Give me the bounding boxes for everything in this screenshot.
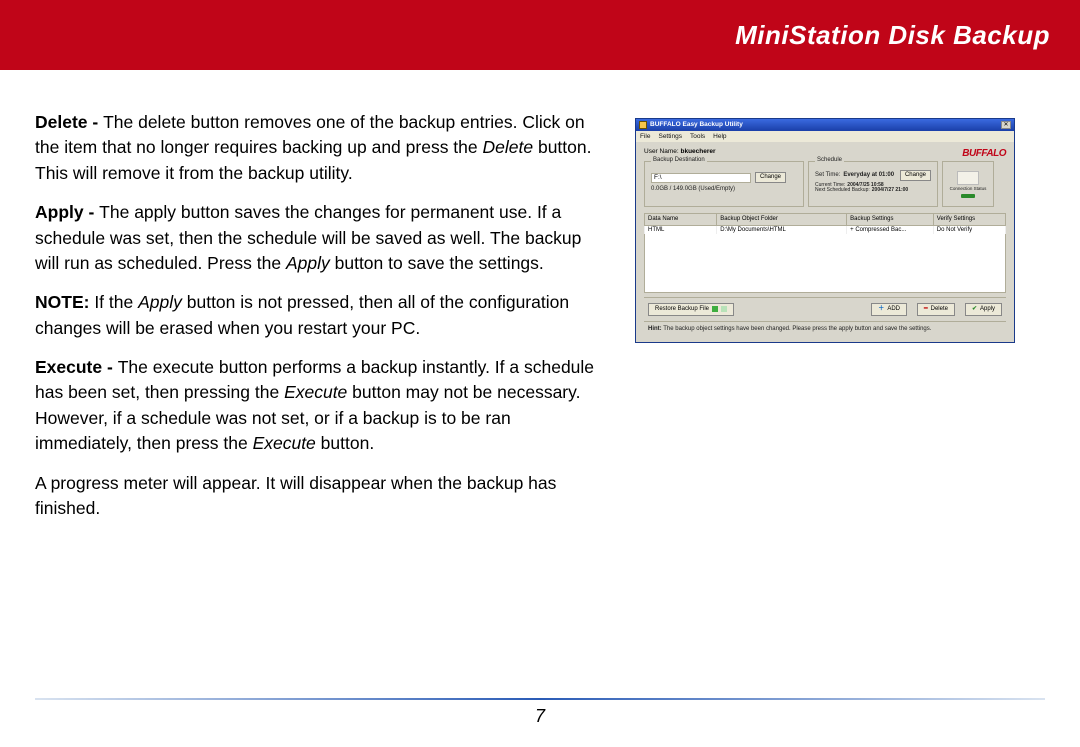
execute-body-c: button. — [316, 433, 374, 453]
status-led-icon — [961, 194, 975, 198]
apply-paragraph: Apply - The apply button saves the chang… — [35, 200, 595, 276]
table-empty-area — [645, 234, 1006, 292]
backup-destination-panel: Backup Destination F:\ Change 0.0GB / 14… — [644, 161, 804, 207]
execute-italic-2: Execute — [253, 433, 316, 453]
top-panels: Backup Destination F:\ Change 0.0GB / 14… — [644, 161, 1006, 207]
add-label: ADD — [887, 306, 900, 313]
titlebar-text: BUFFALO Easy Backup Utility — [650, 121, 743, 128]
next-backup-label: Next Scheduled Backup: — [815, 188, 870, 194]
app-icon — [639, 121, 647, 129]
hint-bar: Hint: The backup object settings have be… — [644, 322, 1006, 337]
username-row: User Name: bkuecherer — [644, 148, 716, 155]
app-screenshot: BUFFALO Easy Backup Utility ✕ File Setti… — [635, 110, 1015, 535]
restore-label: Restore Backup File — [655, 306, 709, 313]
execute-italic-1: Execute — [284, 382, 347, 402]
apply-label: Apply — [980, 306, 995, 313]
backup-table: Data Name Backup Object Folder Backup Se… — [644, 213, 1006, 293]
truck-icon — [957, 171, 979, 185]
action-button-row: Restore Backup File ＋ ADD ━ Delete — [644, 297, 1006, 322]
close-icon[interactable]: ✕ — [1001, 121, 1011, 129]
menu-tools[interactable]: Tools — [690, 133, 705, 140]
next-backup-value: 2004/7/27 21:00 — [872, 188, 908, 194]
apply-body-b: button to save the settings. — [330, 253, 544, 273]
delete-button[interactable]: ━ Delete — [917, 303, 955, 316]
cell-verify: Do Not Verify — [933, 225, 1005, 234]
col-backup-settings[interactable]: Backup Settings — [847, 214, 934, 226]
delete-label: Delete - — [35, 112, 103, 132]
conn-status-label: Connection Status — [950, 187, 987, 192]
hint-text: The backup object settings have been cha… — [662, 326, 932, 332]
play-icon — [721, 306, 727, 312]
username-value: bkuecherer — [681, 148, 716, 155]
change-sched-button[interactable]: Change — [900, 170, 931, 181]
delete-paragraph: Delete - The delete button removes one o… — [35, 110, 595, 186]
cell-data-name: HTML — [645, 225, 717, 234]
note-body-a: If the — [89, 292, 138, 312]
table-row[interactable]: HTML D:\My Documents\HTML + Compressed B… — [645, 225, 1006, 234]
app-body: User Name: bkuecherer BUFFALO Backup Des… — [636, 142, 1014, 342]
menu-help[interactable]: Help — [713, 133, 726, 140]
col-object-folder[interactable]: Backup Object Folder — [717, 214, 847, 226]
apply-label: Apply - — [35, 202, 99, 222]
panel-sched-label: Schedule — [815, 157, 844, 164]
footer-rule — [35, 698, 1045, 700]
titlebar[interactable]: BUFFALO Easy Backup Utility ✕ — [636, 119, 1014, 131]
schedule-panel: Schedule Set Time: Everyday at 01:00 Cha… — [808, 161, 938, 207]
page-number: 7 — [0, 706, 1080, 727]
page-footer: 7 — [0, 698, 1080, 727]
play-icon — [712, 306, 718, 312]
delete-italic: Delete — [483, 137, 534, 157]
delete-label: Delete — [931, 306, 948, 313]
drive-field[interactable]: F:\ — [651, 173, 751, 183]
menubar: File Settings Tools Help — [636, 131, 1014, 142]
add-button[interactable]: ＋ ADD — [871, 303, 907, 316]
connection-panel: Connection Status — [942, 161, 994, 207]
content-area: Delete - The delete button removes one o… — [0, 70, 1080, 535]
cell-folder: D:\My Documents\HTML — [717, 225, 847, 234]
execute-paragraph: Execute - The execute button performs a … — [35, 355, 595, 457]
minus-icon: ━ — [924, 306, 928, 313]
set-time-label: Set Time: — [815, 172, 840, 179]
apply-button[interactable]: ✔ Apply — [965, 303, 1002, 316]
menu-file[interactable]: File — [640, 133, 650, 140]
apply-italic: Apply — [286, 253, 330, 273]
instruction-text: Delete - The delete button removes one o… — [35, 110, 595, 535]
username-label: User Name: — [644, 148, 679, 155]
page-title: MiniStation Disk Backup — [735, 20, 1050, 51]
execute-label: Execute - — [35, 357, 118, 377]
progress-paragraph: A progress meter will appear. It will di… — [35, 471, 595, 522]
note-label: NOTE: — [35, 292, 89, 312]
hint-label: Hint: — [648, 326, 662, 332]
col-verify-settings[interactable]: Verify Settings — [933, 214, 1005, 226]
header-band: MiniStation Disk Backup — [0, 0, 1080, 70]
col-data-name[interactable]: Data Name — [645, 214, 717, 226]
cell-backup-settings: + Compressed Bac... — [847, 225, 934, 234]
note-paragraph: NOTE: If the Apply button is not pressed… — [35, 290, 595, 341]
backup-app-window: BUFFALO Easy Backup Utility ✕ File Setti… — [635, 118, 1015, 343]
panel-dest-label: Backup Destination — [651, 157, 707, 164]
menu-settings[interactable]: Settings — [658, 133, 682, 140]
note-italic: Apply — [138, 292, 182, 312]
restore-backup-button[interactable]: Restore Backup File — [648, 303, 734, 316]
plus-icon: ＋ — [878, 306, 884, 313]
table-header-row: Data Name Backup Object Folder Backup Se… — [645, 214, 1006, 226]
change-dest-button[interactable]: Change — [755, 172, 786, 183]
set-time-value: Everyday at 01:00 — [843, 172, 894, 179]
check-icon: ✔ — [972, 306, 977, 313]
capacity-text: 0.0GB / 149.0GB (Used/Empty) — [651, 186, 797, 193]
buffalo-logo: BUFFALO — [962, 148, 1006, 159]
